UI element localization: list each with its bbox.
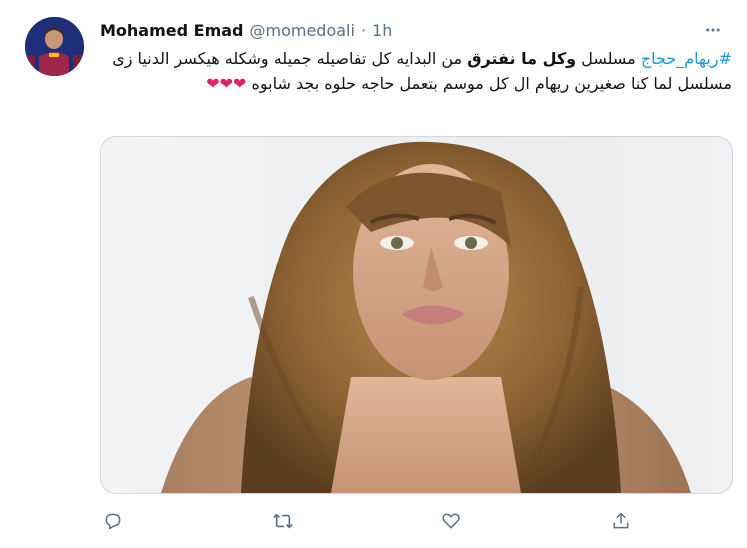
avatar[interactable] [25, 17, 84, 76]
more-icon[interactable] [701, 18, 725, 42]
share-icon[interactable] [608, 508, 634, 534]
tweet-photo[interactable] [100, 136, 733, 494]
hashtag-link[interactable]: #ريهام_حجاج [641, 49, 732, 68]
tweet-actions [100, 508, 660, 534]
reply-icon[interactable] [100, 508, 126, 534]
separator-dot: · [360, 20, 367, 40]
retweet-icon[interactable] [270, 508, 296, 534]
tweet-header: Mohamed Emad @momedoali · 1h [100, 19, 392, 41]
like-icon[interactable] [438, 508, 464, 534]
tweet-text-part: مسلسل [576, 49, 641, 68]
heart-emojis: ❤❤❤ [206, 74, 247, 93]
author-name[interactable]: Mohamed Emad [100, 21, 244, 40]
author-handle[interactable]: @momedoali [250, 21, 355, 40]
tweet-text: #ريهام_حجاج مسلسل وكل ما نفترق من البداي… [100, 46, 732, 96]
tweet-text-bold: وكل ما نفترق [467, 49, 577, 68]
tweet-time[interactable]: 1h [372, 21, 392, 40]
tweet-card[interactable]: Mohamed Emad @momedoali · 1h #ريهام_حجاج… [0, 0, 747, 548]
